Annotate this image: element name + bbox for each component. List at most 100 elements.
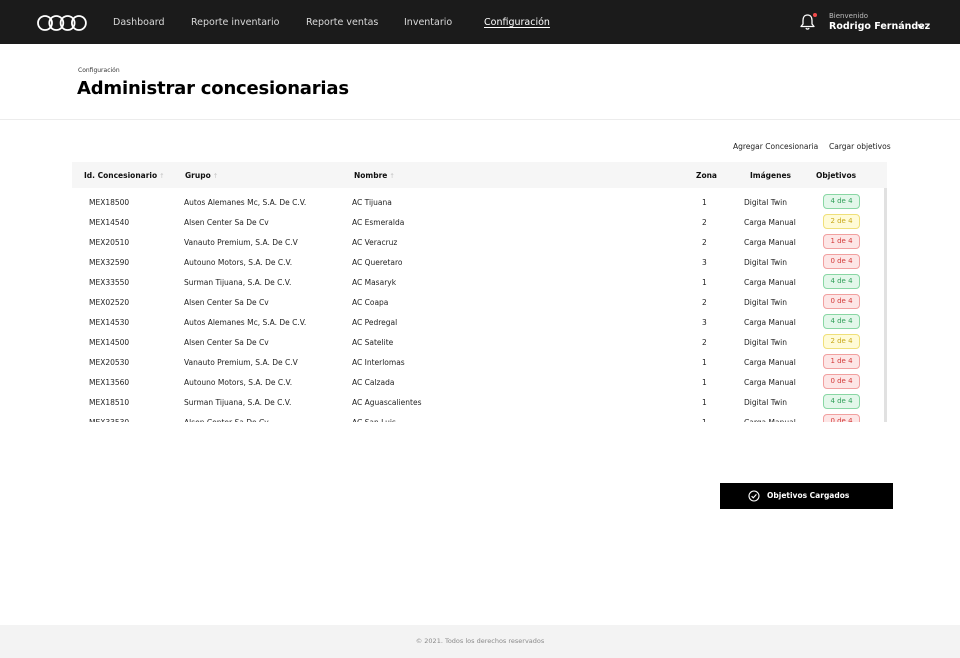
cell-grupo: Autouno Motors, S.A. De C.V. [184, 378, 293, 387]
load-objectives-button[interactable]: Cargar objetivos [829, 142, 891, 151]
cell-nombre: AC San Luis [352, 418, 396, 422]
nav-dashboard[interactable]: Dashboard [113, 17, 165, 28]
cell-zona: 1 [702, 378, 707, 387]
cell-nombre: AC Esmeralda [352, 218, 405, 227]
table-row[interactable]: MEX20530 Vanauto Premium, S.A. De C.V AC I… [72, 352, 884, 372]
sort-arrow-icon[interactable]: ↑ [159, 172, 164, 180]
cell-nombre: AC Queretaro [352, 258, 403, 267]
cell-nombre: AC Interlomas [352, 358, 405, 367]
cell-nombre: AC Pedregal [352, 318, 398, 327]
toast-label: Objetivos Cargados [767, 491, 850, 500]
header-divider [0, 119, 960, 120]
objectives-badge[interactable]: 2 de 4 [823, 334, 860, 349]
table-row[interactable]: MEX02520 Alsen Center Sa De Cv AC Coapa 2 Di… [72, 292, 884, 312]
cell-id: MEX18500 [89, 198, 130, 207]
add-dealer-button[interactable]: Agregar Concesionaria [733, 142, 818, 151]
table-scrollbar[interactable] [884, 188, 887, 422]
table-row[interactable]: MEX18510 Surman Tijuana, S.A. De C.V. AC A… [72, 392, 884, 412]
objectives-badge[interactable]: 4 de 4 [823, 314, 860, 329]
table-header: Id. Concesionario ↑ Grupo ↑ Nombre ↑ Zona I… [72, 162, 887, 188]
table-row[interactable]: MEX14540 Alsen Center Sa De Cv AC Esmerald… [72, 212, 884, 232]
cell-grupo: Alsen Center Sa De Cv [184, 338, 269, 347]
cell-id: MEX14530 [89, 318, 130, 327]
page-title: Administrar concesionarias [77, 78, 349, 99]
sort-arrow-icon[interactable]: ↑ [213, 172, 218, 180]
table-row[interactable]: MEX33530 Alsen Center Sa De Cv AC San Luis… [72, 412, 884, 422]
cell-zona: 2 [702, 218, 707, 227]
nav-configuracion[interactable]: Configuración [484, 17, 550, 28]
cell-nombre: AC Calzada [352, 378, 395, 387]
cell-grupo: Alsen Center Sa De Cv [184, 298, 269, 307]
cell-nombre: AC Aguascalientes [352, 398, 422, 407]
cell-zona: 1 [702, 278, 707, 287]
objectives-badge[interactable]: 1 de 4 [823, 234, 860, 249]
cell-id: MEX14540 [89, 218, 130, 227]
cell-imagenes: Digital Twin [744, 338, 788, 347]
column-header-objetivos: Objetivos [816, 171, 857, 180]
check-circle-icon [748, 490, 760, 502]
cell-zona: 2 [702, 238, 707, 247]
table-body[interactable]: MEX18500 Autos Alemanes Mc, S.A. De C.V. A… [72, 192, 887, 422]
cell-imagenes: Digital Twin [744, 258, 788, 267]
objectives-badge[interactable]: 0 de 4 [823, 414, 860, 422]
objectives-badge[interactable]: 0 de 4 [823, 254, 860, 269]
cell-id: MEX02520 [89, 298, 130, 307]
cell-zona: 1 [702, 398, 707, 407]
column-header-id[interactable]: Id. Concesionario ↑ [84, 171, 165, 180]
cell-nombre: AC Coapa [352, 298, 389, 307]
cell-imagenes: Carga Manual [744, 218, 796, 227]
column-header-imagenes: Imágenes [750, 171, 792, 180]
nav-reporte-ventas[interactable]: Reporte ventas [306, 17, 378, 28]
nav-reporte-inventario[interactable]: Reporte inventario [191, 17, 279, 28]
cell-zona: 2 [702, 338, 707, 347]
cell-imagenes: Carga Manual [744, 418, 796, 422]
user-name[interactable]: Rodrigo Fernández [829, 21, 930, 32]
column-header-nombre[interactable]: Nombre ↑ [354, 171, 395, 180]
cell-id: MEX18510 [89, 398, 130, 407]
cell-zona: 3 [702, 318, 707, 327]
cell-grupo: Alsen Center Sa De Cv [184, 418, 269, 422]
cell-zona: 1 [702, 198, 707, 207]
cell-zona: 2 [702, 298, 707, 307]
cell-id: MEX20510 [89, 238, 130, 247]
chevron-down-icon[interactable] [917, 23, 925, 29]
audi-rings-logo[interactable] [37, 14, 87, 32]
cell-grupo: Vanauto Premium, S.A. De C.V [184, 358, 298, 367]
objectives-badge[interactable]: 0 de 4 [823, 374, 860, 389]
cell-imagenes: Carga Manual [744, 278, 796, 287]
objectives-badge[interactable]: 2 de 4 [823, 214, 860, 229]
table-row[interactable]: MEX20510 Vanauto Premium, S.A. De C.V AC V… [72, 232, 884, 252]
welcome-label: Bienvenido [829, 12, 869, 20]
cell-imagenes: Digital Twin [744, 398, 788, 407]
objectives-badge[interactable]: 4 de 4 [823, 194, 860, 209]
cell-grupo: Autouno Motors, S.A. De C.V. [184, 258, 293, 267]
table-row[interactable]: MEX13560 Autouno Motors, S.A. De C.V. AC C… [72, 372, 884, 392]
column-header-zona: Zona [696, 171, 717, 180]
objectives-badge[interactable]: 1 de 4 [823, 354, 860, 369]
column-header-grupo[interactable]: Grupo ↑ [185, 171, 218, 180]
table-row[interactable]: MEX14500 Alsen Center Sa De Cv AC Satelite… [72, 332, 884, 352]
cell-grupo: Autos Alemanes Mc, S.A. De C.V. [184, 198, 307, 207]
cell-id: MEX13560 [89, 378, 130, 387]
breadcrumb[interactable]: Configuración [78, 67, 120, 74]
table-row[interactable]: MEX33550 Surman Tijuana, S.A. De C.V. AC M… [72, 272, 884, 292]
cell-zona: 1 [702, 358, 707, 367]
cell-imagenes: Carga Manual [744, 318, 796, 327]
copyright-text: © 2021. Todos los derechos reservados [415, 637, 545, 645]
footer: © 2021. Todos los derechos reservados [0, 625, 960, 658]
sort-arrow-icon[interactable]: ↑ [389, 172, 394, 180]
objectives-badge[interactable]: 4 de 4 [823, 394, 860, 409]
table-row[interactable]: MEX32590 Autouno Motors, S.A. De C.V. AC Q… [72, 252, 884, 272]
top-navbar: Dashboard Reporte inventario Reporte ven… [0, 0, 960, 44]
objectives-badge[interactable]: 0 de 4 [823, 294, 860, 309]
objectives-loaded-toast[interactable]: Objetivos Cargados [720, 483, 893, 509]
nav-inventario[interactable]: Inventario [404, 17, 452, 28]
cell-id: MEX14500 [89, 338, 130, 347]
cell-grupo: Alsen Center Sa De Cv [184, 218, 269, 227]
cell-grupo: Autos Alemanes Mc, S.A. De C.V. [184, 318, 307, 327]
table-row[interactable]: MEX18500 Autos Alemanes Mc, S.A. De C.V. A… [72, 192, 884, 212]
cell-imagenes: Carga Manual [744, 378, 796, 387]
table-row[interactable]: MEX14530 Autos Alemanes Mc, S.A. De C.V. A… [72, 312, 884, 332]
cell-zona: 3 [702, 258, 707, 267]
objectives-badge[interactable]: 4 de 4 [823, 274, 860, 289]
